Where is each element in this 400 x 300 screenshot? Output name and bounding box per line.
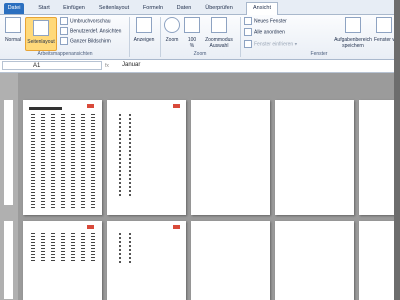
- ribbon-separator: [240, 17, 241, 57]
- zoom-selection-label: Zoommodus Auswahl: [205, 37, 233, 49]
- zoom-label: Zoom: [165, 37, 179, 43]
- normal-view-icon: [5, 17, 21, 33]
- custom-views-icon: [60, 27, 68, 35]
- zoom-button[interactable]: Zoom: [163, 17, 181, 43]
- normal-view-button[interactable]: Normal: [2, 17, 24, 43]
- zoom-group-label: Zoom: [193, 51, 207, 57]
- tab-view[interactable]: Ansicht: [246, 2, 278, 15]
- vertical-ruler: [0, 73, 18, 300]
- page-break-preview-button[interactable]: Umbruchvorschau: [60, 17, 111, 25]
- page-break-icon: [60, 17, 68, 25]
- page[interactable]: [107, 221, 186, 300]
- custom-views-button[interactable]: Benutzerdef. Ansichten: [60, 27, 121, 35]
- show-icon: [136, 17, 152, 33]
- ribbon-separator: [129, 17, 130, 57]
- new-window-button[interactable]: Neues Fenster: [244, 17, 287, 25]
- freeze-panes-icon: [244, 40, 252, 48]
- save-workspace-icon: [345, 17, 361, 33]
- normal-view-label: Normal: [4, 37, 22, 43]
- logo-image: [87, 104, 94, 108]
- ribbon-tab-bar: Datei Start Einfügen Seitenlayout Formel…: [0, 0, 400, 15]
- new-window-icon: [244, 17, 252, 25]
- zoom-selection-icon: [211, 17, 227, 33]
- page[interactable]: [191, 221, 270, 300]
- fx-icon[interactable]: fx: [105, 62, 119, 70]
- zoom-100-icon: [184, 17, 200, 33]
- name-box[interactable]: A1: [2, 61, 102, 70]
- tab-formulas[interactable]: Formeln: [140, 3, 166, 14]
- page[interactable]: [23, 100, 102, 215]
- page[interactable]: [359, 100, 394, 215]
- page-layout-area[interactable]: [0, 73, 400, 300]
- page-layout-view-label: Seitenlayout: [27, 39, 55, 45]
- arrange-all-icon: [244, 28, 252, 36]
- save-workspace-label: Aufgabenbereich speichern: [334, 37, 372, 49]
- page-layout-view-button[interactable]: Seitenlayout: [25, 17, 57, 51]
- zoom-100-label: 100 %: [187, 37, 197, 49]
- zoom-selection-button[interactable]: Zoommodus Auswahl: [202, 17, 236, 49]
- page-layout-icon: [33, 20, 49, 36]
- arrange-all-button[interactable]: Alle anordnen: [244, 28, 285, 36]
- formula-input[interactable]: Januar: [122, 61, 140, 70]
- save-workspace-button[interactable]: Aufgabenbereich speichern: [334, 17, 372, 49]
- logo-image: [87, 225, 94, 229]
- page[interactable]: [275, 221, 354, 300]
- ribbon-separator: [160, 17, 161, 57]
- show-label: Anzeigen: [133, 37, 155, 43]
- page[interactable]: [359, 221, 394, 300]
- ribbon: Normal Seitenlayout Umbruchvorschau Benu…: [0, 15, 400, 60]
- side-bar: [394, 0, 400, 300]
- page[interactable]: [23, 221, 102, 300]
- full-screen-icon: [60, 37, 68, 45]
- page[interactable]: [191, 100, 270, 215]
- freeze-panes-button[interactable]: Fenster einfrieren ▾: [244, 40, 297, 48]
- switch-windows-icon: [376, 17, 392, 33]
- tab-page-layout[interactable]: Seitenlayout: [95, 3, 133, 14]
- switch-windows-button[interactable]: Fenster wechseln: [374, 17, 394, 43]
- tab-data[interactable]: Daten: [173, 3, 195, 14]
- workbook-views-group-label: Arbeitsmappenansichten: [37, 51, 93, 57]
- logo-image: [173, 104, 180, 108]
- window-group-label: Fenster: [310, 51, 328, 57]
- tab-review[interactable]: Überprüfen: [202, 3, 236, 14]
- show-button[interactable]: Anzeigen: [132, 17, 156, 43]
- tab-insert[interactable]: Einfügen: [60, 3, 88, 14]
- full-screen-button[interactable]: Ganzer Bildschirm: [60, 37, 111, 45]
- zoom-100-button[interactable]: 100 %: [184, 17, 200, 49]
- switch-windows-label: Fenster wechseln: [374, 37, 394, 43]
- formula-bar: A1 fx Januar: [0, 60, 400, 73]
- magnifier-icon: [164, 17, 180, 33]
- tab-file[interactable]: Datei: [4, 3, 24, 14]
- excel-window: Datei Start Einfügen Seitenlayout Formel…: [0, 0, 400, 300]
- page[interactable]: [107, 100, 186, 215]
- page[interactable]: [275, 100, 354, 215]
- tab-start[interactable]: Start: [34, 3, 54, 14]
- logo-image: [173, 225, 180, 229]
